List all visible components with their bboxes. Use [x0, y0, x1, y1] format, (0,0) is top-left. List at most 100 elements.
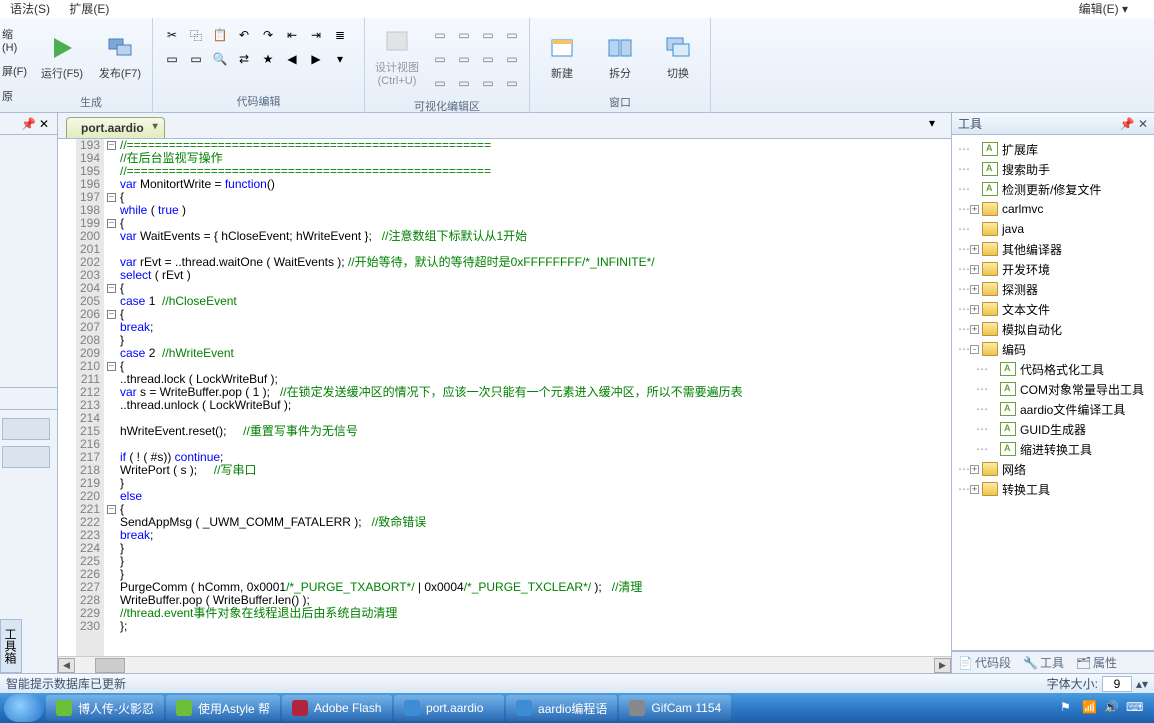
- label-screen[interactable]: 屏(F): [2, 63, 28, 79]
- code-line[interactable]: {: [120, 308, 951, 321]
- code-line[interactable]: SendAppMsg ( _UWM_COMM_FATALERR ); //致命错…: [120, 516, 951, 529]
- fold-margin[interactable]: [104, 139, 118, 656]
- code-line[interactable]: hWriteEvent.reset(); //重置写事件为无信号: [120, 425, 951, 438]
- tool1-icon[interactable]: ▭: [161, 48, 183, 70]
- format-icon[interactable]: ≣: [329, 24, 351, 46]
- tree-item[interactable]: ⋯GUID生成器: [954, 419, 1152, 439]
- menu-extend[interactable]: 扩展(E): [69, 2, 109, 16]
- taskbar-button[interactable]: GifCam 1154: [619, 695, 731, 721]
- tree-expander-icon[interactable]: +: [970, 465, 979, 474]
- code-line[interactable]: //thread.event事件对象在线程退出后由系统自动清理: [120, 607, 951, 620]
- tree-item[interactable]: ⋯+carlmvc: [954, 199, 1152, 219]
- undo-icon[interactable]: ↶: [233, 24, 255, 46]
- label-compress[interactable]: 缩(H): [2, 26, 28, 54]
- cut-icon[interactable]: ✂: [161, 24, 183, 46]
- taskbar-button[interactable]: 博人传-火影忍: [46, 695, 164, 721]
- font-size-spinner-icon[interactable]: ▴▾: [1136, 677, 1148, 691]
- more1-icon[interactable]: ▾: [329, 48, 351, 70]
- code-line[interactable]: while ( true ): [120, 204, 951, 217]
- tree-expander-icon[interactable]: +: [970, 245, 979, 254]
- tree-item[interactable]: ⋯+网络: [954, 459, 1152, 479]
- font-size-input[interactable]: [1102, 676, 1132, 692]
- tab-code-snippets[interactable]: 📄 代码段: [952, 652, 1017, 673]
- code-line[interactable]: var WaitEvents = { hCloseEvent; hWriteEv…: [120, 230, 951, 243]
- pin-icon[interactable]: 📌: [21, 117, 35, 131]
- code-line[interactable]: var rEvt = ..thread.waitOne ( WaitEvents…: [120, 256, 951, 269]
- next-icon[interactable]: ▶: [305, 48, 327, 70]
- tree-expander-icon[interactable]: +: [970, 325, 979, 334]
- code-line[interactable]: break;: [120, 321, 951, 334]
- code-line[interactable]: {: [120, 191, 951, 204]
- code-line[interactable]: }: [120, 334, 951, 347]
- tab-properties[interactable]: 🗂 属性: [1070, 652, 1123, 673]
- copy-icon[interactable]: ⿻: [185, 24, 207, 46]
- publish-button[interactable]: 发布(F7): [92, 22, 148, 92]
- tree-item[interactable]: ⋯aardio文件编译工具: [954, 399, 1152, 419]
- tool2-icon[interactable]: ▭: [185, 48, 207, 70]
- panel-pin-icon[interactable]: 📌: [1120, 117, 1135, 131]
- code-line[interactable]: };: [120, 620, 951, 633]
- code-line[interactable]: else: [120, 490, 951, 503]
- start-button[interactable]: [4, 694, 44, 722]
- taskbar-button[interactable]: Adobe Flash: [282, 695, 392, 721]
- tab-tools[interactable]: 🔧 工具: [1017, 652, 1070, 673]
- redo-icon[interactable]: ↷: [257, 24, 279, 46]
- code-line[interactable]: [120, 438, 951, 451]
- code-line[interactable]: }: [120, 555, 951, 568]
- code-line[interactable]: WritePort ( s ); //写串口: [120, 464, 951, 477]
- tree-item[interactable]: ⋯缩进转换工具: [954, 439, 1152, 459]
- tree-expander-icon[interactable]: +: [970, 285, 979, 294]
- taskbar-button[interactable]: port.aardio: [394, 695, 504, 721]
- code-line[interactable]: case 1 //hCloseEvent: [120, 295, 951, 308]
- code-line[interactable]: }: [120, 542, 951, 555]
- scroll-left-icon[interactable]: ◀: [58, 658, 75, 673]
- tray-keyboard-icon[interactable]: ⌨: [1126, 700, 1142, 716]
- tree-item[interactable]: ⋯-编码: [954, 339, 1152, 359]
- run-button[interactable]: 运行(F5): [34, 22, 90, 92]
- label-restore[interactable]: 原: [2, 88, 28, 104]
- horizontal-scrollbar[interactable]: ◀ ▶: [58, 656, 951, 673]
- code-line[interactable]: }: [120, 477, 951, 490]
- tree-item[interactable]: ⋯+文本文件: [954, 299, 1152, 319]
- indent-right-icon[interactable]: ⇥: [305, 24, 327, 46]
- tree-item[interactable]: ⋯java: [954, 219, 1152, 239]
- tools-tree[interactable]: ⋯扩展库⋯搜索助手⋯检测更新/修复文件⋯+carlmvc⋯java⋯+其他编译器…: [952, 135, 1154, 503]
- tree-item[interactable]: ⋯+开发环境: [954, 259, 1152, 279]
- tray-network-icon[interactable]: 📶: [1082, 700, 1098, 716]
- menu-edit[interactable]: 编辑(E) ▾: [1079, 2, 1128, 16]
- sidebar-icon-1[interactable]: [2, 418, 50, 440]
- code-line[interactable]: select ( rEvt ): [120, 269, 951, 282]
- panel-close-icon[interactable]: ✕: [1138, 117, 1148, 131]
- file-tab-active[interactable]: port.aardio: [66, 117, 165, 138]
- code-line[interactable]: ..thread.unlock ( LockWriteBuf );: [120, 399, 951, 412]
- tree-expander-icon[interactable]: +: [970, 265, 979, 274]
- sidebar-icon-2[interactable]: [2, 446, 50, 468]
- tree-item[interactable]: ⋯COM对象常量导出工具: [954, 379, 1152, 399]
- code-line[interactable]: var MonitortWrite = function(): [120, 178, 951, 191]
- tree-expander-icon[interactable]: +: [970, 205, 979, 214]
- tree-item[interactable]: ⋯+其他编译器: [954, 239, 1152, 259]
- taskbar-button[interactable]: aardio编程语: [506, 695, 617, 721]
- code-line[interactable]: {: [120, 282, 951, 295]
- tree-expander-icon[interactable]: +: [970, 485, 979, 494]
- tree-expander-icon[interactable]: +: [970, 305, 979, 314]
- code-line[interactable]: break;: [120, 529, 951, 542]
- tab-list-dropdown-icon[interactable]: ▾: [929, 116, 945, 132]
- scroll-right-icon[interactable]: ▶: [934, 658, 951, 673]
- menu-syntax[interactable]: 语法(S): [10, 2, 50, 16]
- code-line[interactable]: case 2 //hWriteEvent: [120, 347, 951, 360]
- code-content[interactable]: //======================================…: [118, 139, 951, 656]
- tree-item[interactable]: ⋯检测更新/修复文件: [954, 179, 1152, 199]
- replace-icon[interactable]: ⇄: [233, 48, 255, 70]
- tree-item[interactable]: ⋯+探测器: [954, 279, 1152, 299]
- indent-left-icon[interactable]: ⇤: [281, 24, 303, 46]
- scroll-thumb[interactable]: [95, 658, 125, 673]
- tree-item[interactable]: ⋯搜索助手: [954, 159, 1152, 179]
- paste-icon[interactable]: 📋: [209, 24, 231, 46]
- tree-item[interactable]: ⋯代码格式化工具: [954, 359, 1152, 379]
- taskbar-button[interactable]: 使用Astyle 帮: [166, 695, 280, 721]
- split-button[interactable]: 拆分: [592, 22, 648, 92]
- close-icon[interactable]: ✕: [39, 117, 53, 131]
- bookmark-icon[interactable]: ★: [257, 48, 279, 70]
- tray-flag-icon[interactable]: ⚑: [1060, 700, 1076, 716]
